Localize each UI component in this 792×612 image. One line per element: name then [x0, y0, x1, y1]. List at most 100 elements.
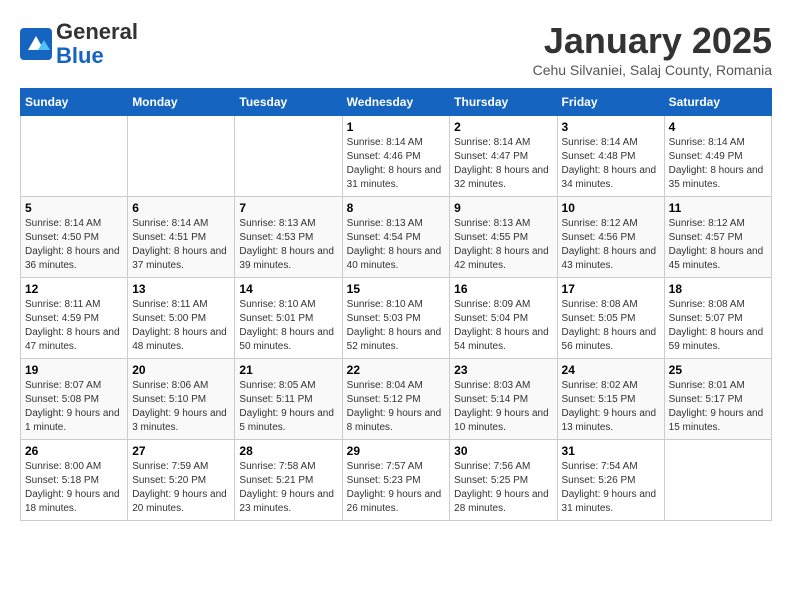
day-number: 29: [347, 444, 446, 458]
day-cell-7: 7 Sunrise: 8:13 AM Sunset: 4:53 PM Daylig…: [235, 197, 342, 278]
day-number: 10: [562, 201, 660, 215]
day-cell-3: 3 Sunrise: 8:14 AM Sunset: 4:48 PM Daylig…: [557, 116, 664, 197]
day-number: 30: [454, 444, 552, 458]
week-row-3: 12Sunrise: 8:11 AM Sunset: 4:59 PM Dayli…: [21, 278, 772, 359]
day-info: Sunrise: 8:13 AM Sunset: 4:53 PM Dayligh…: [239, 217, 337, 273]
day-number: 6: [132, 201, 230, 215]
title-area: January 2025 Cehu Silvaniei, Salaj Count…: [533, 20, 772, 78]
day-header-sunday: Sunday: [21, 89, 128, 116]
logo-blue-text: Blue: [56, 43, 104, 68]
day-header-monday: Monday: [128, 89, 235, 116]
day-cell-27: 27 Sunrise: 7:59 AM Sunset: 5:20 PM Dayli…: [128, 440, 235, 521]
day-cell-14: 14 Sunrise: 8:10 AM Sunset: 5:01 PM Dayli…: [235, 278, 342, 359]
day-info: Sunrise: 7:58 AM Sunset: 5:21 PM Dayligh…: [239, 460, 337, 516]
logo: General Blue: [20, 20, 138, 68]
day-info: Sunrise: 8:14 AM Sunset: 4:50 PM Dayligh…: [25, 217, 123, 273]
day-cell-19: 19Sunrise: 8:07 AM Sunset: 5:08 PM Dayli…: [21, 359, 128, 440]
day-number: 2: [454, 120, 552, 134]
day-cell-12: 12Sunrise: 8:11 AM Sunset: 4:59 PM Dayli…: [21, 278, 128, 359]
day-cell-11: 11 Sunrise: 8:12 AM Sunset: 4:57 PM Dayli…: [664, 197, 771, 278]
day-cell-25: 25Sunrise: 8:01 AM Sunset: 5:17 PM Dayli…: [664, 359, 771, 440]
day-number: 24: [562, 363, 660, 377]
day-number: 23: [454, 363, 552, 377]
day-number: 16: [454, 282, 552, 296]
day-info: Sunrise: 7:56 AM Sunset: 5:25 PM Dayligh…: [454, 460, 552, 516]
day-header-saturday: Saturday: [664, 89, 771, 116]
day-number: 13: [132, 282, 230, 296]
day-number: 27: [132, 444, 230, 458]
empty-cell: [235, 116, 342, 197]
week-row-2: 5 Sunrise: 8:14 AM Sunset: 4:50 PM Daylig…: [21, 197, 772, 278]
day-cell-10: 10 Sunrise: 8:12 AM Sunset: 4:56 PM Dayli…: [557, 197, 664, 278]
day-info: Sunrise: 8:14 AM Sunset: 4:48 PM Dayligh…: [562, 136, 660, 192]
empty-cell: [21, 116, 128, 197]
day-header-thursday: Thursday: [450, 89, 557, 116]
day-cell-22: 22 Sunrise: 8:04 AM Sunset: 5:12 PM Dayli…: [342, 359, 450, 440]
day-info: Sunrise: 8:10 AM Sunset: 5:03 PM Dayligh…: [347, 298, 446, 354]
day-info: Sunrise: 8:06 AM Sunset: 5:10 PM Dayligh…: [132, 379, 230, 435]
day-number: 3: [562, 120, 660, 134]
day-info: Sunrise: 8:12 AM Sunset: 4:56 PM Dayligh…: [562, 217, 660, 273]
day-cell-30: 30 Sunrise: 7:56 AM Sunset: 5:25 PM Dayli…: [450, 440, 557, 521]
day-number: 12: [25, 282, 123, 296]
day-cell-28: 28 Sunrise: 7:58 AM Sunset: 5:21 PM Dayli…: [235, 440, 342, 521]
day-cell-9: 9 Sunrise: 8:13 AM Sunset: 4:55 PM Daylig…: [450, 197, 557, 278]
day-info: Sunrise: 8:13 AM Sunset: 4:54 PM Dayligh…: [347, 217, 446, 273]
month-title: January 2025: [533, 20, 772, 62]
day-number: 31: [562, 444, 660, 458]
day-number: 1: [347, 120, 446, 134]
day-info: Sunrise: 8:13 AM Sunset: 4:55 PM Dayligh…: [454, 217, 552, 273]
day-info: Sunrise: 8:12 AM Sunset: 4:57 PM Dayligh…: [669, 217, 767, 273]
day-number: 26: [25, 444, 123, 458]
day-number: 4: [669, 120, 767, 134]
day-number: 5: [25, 201, 123, 215]
week-row-5: 26Sunrise: 8:00 AM Sunset: 5:18 PM Dayli…: [21, 440, 772, 521]
empty-cell: [664, 440, 771, 521]
day-info: Sunrise: 8:09 AM Sunset: 5:04 PM Dayligh…: [454, 298, 552, 354]
day-number: 17: [562, 282, 660, 296]
day-cell-6: 6Sunrise: 8:14 AM Sunset: 4:51 PM Daylig…: [128, 197, 235, 278]
day-number: 11: [669, 201, 767, 215]
day-number: 22: [347, 363, 446, 377]
day-cell-16: 16 Sunrise: 8:09 AM Sunset: 5:04 PM Dayli…: [450, 278, 557, 359]
day-info: Sunrise: 8:10 AM Sunset: 5:01 PM Dayligh…: [239, 298, 337, 354]
day-number: 28: [239, 444, 337, 458]
day-number: 21: [239, 363, 337, 377]
week-row-4: 19Sunrise: 8:07 AM Sunset: 5:08 PM Dayli…: [21, 359, 772, 440]
day-info: Sunrise: 8:04 AM Sunset: 5:12 PM Dayligh…: [347, 379, 446, 435]
day-number: 9: [454, 201, 552, 215]
day-number: 14: [239, 282, 337, 296]
day-info: Sunrise: 8:05 AM Sunset: 5:11 PM Dayligh…: [239, 379, 337, 435]
day-info: Sunrise: 8:02 AM Sunset: 5:15 PM Dayligh…: [562, 379, 660, 435]
day-number: 20: [132, 363, 230, 377]
day-header-tuesday: Tuesday: [235, 89, 342, 116]
day-cell-8: 8 Sunrise: 8:13 AM Sunset: 4:54 PM Daylig…: [342, 197, 450, 278]
day-number: 15: [347, 282, 446, 296]
day-number: 18: [669, 282, 767, 296]
day-info: Sunrise: 8:08 AM Sunset: 5:05 PM Dayligh…: [562, 298, 660, 354]
day-info: Sunrise: 7:57 AM Sunset: 5:23 PM Dayligh…: [347, 460, 446, 516]
day-cell-21: 21 Sunrise: 8:05 AM Sunset: 5:11 PM Dayli…: [235, 359, 342, 440]
day-number: 8: [347, 201, 446, 215]
header: General Blue January 2025 Cehu Silvaniei…: [20, 20, 772, 78]
day-cell-20: 20 Sunrise: 8:06 AM Sunset: 5:10 PM Dayli…: [128, 359, 235, 440]
day-info: Sunrise: 7:54 AM Sunset: 5:26 PM Dayligh…: [562, 460, 660, 516]
day-info: Sunrise: 8:14 AM Sunset: 4:47 PM Dayligh…: [454, 136, 552, 192]
day-header-friday: Friday: [557, 89, 664, 116]
day-header-wednesday: Wednesday: [342, 89, 450, 116]
day-info: Sunrise: 8:11 AM Sunset: 5:00 PM Dayligh…: [132, 298, 230, 354]
day-cell-24: 24 Sunrise: 8:02 AM Sunset: 5:15 PM Dayli…: [557, 359, 664, 440]
day-info: Sunrise: 8:08 AM Sunset: 5:07 PM Dayligh…: [669, 298, 767, 354]
day-cell-29: 29 Sunrise: 7:57 AM Sunset: 5:23 PM Dayli…: [342, 440, 450, 521]
day-info: Sunrise: 8:03 AM Sunset: 5:14 PM Dayligh…: [454, 379, 552, 435]
day-cell-4: 4Sunrise: 8:14 AM Sunset: 4:49 PM Daylig…: [664, 116, 771, 197]
days-header-row: SundayMondayTuesdayWednesdayThursdayFrid…: [21, 89, 772, 116]
day-info: Sunrise: 7:59 AM Sunset: 5:20 PM Dayligh…: [132, 460, 230, 516]
day-info: Sunrise: 8:01 AM Sunset: 5:17 PM Dayligh…: [669, 379, 767, 435]
day-cell-31: 31 Sunrise: 7:54 AM Sunset: 5:26 PM Dayli…: [557, 440, 664, 521]
day-cell-17: 17 Sunrise: 8:08 AM Sunset: 5:05 PM Dayli…: [557, 278, 664, 359]
day-number: 7: [239, 201, 337, 215]
day-info: Sunrise: 8:07 AM Sunset: 5:08 PM Dayligh…: [25, 379, 123, 435]
day-cell-2: 2 Sunrise: 8:14 AM Sunset: 4:47 PM Daylig…: [450, 116, 557, 197]
day-cell-1: 1Sunrise: 8:14 AM Sunset: 4:46 PM Daylig…: [342, 116, 450, 197]
